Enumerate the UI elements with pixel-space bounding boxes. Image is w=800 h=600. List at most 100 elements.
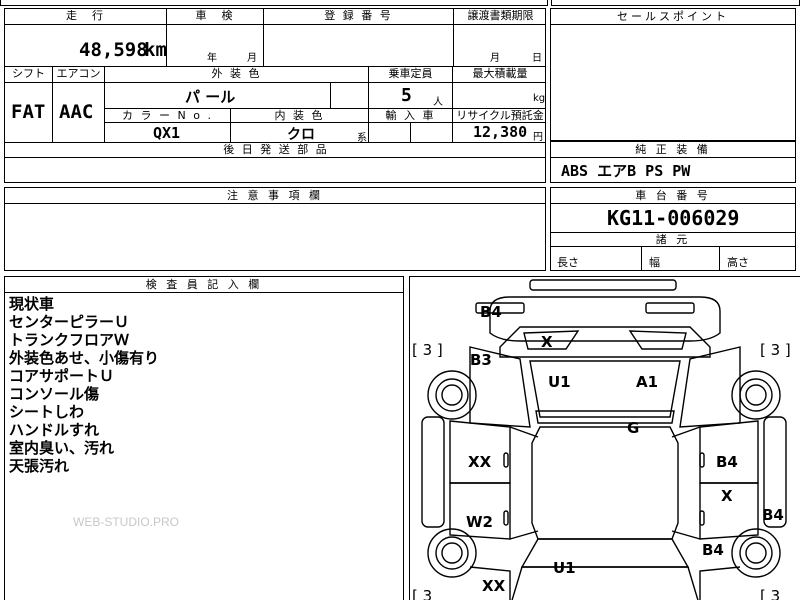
mark-w2: W2 <box>466 513 493 531</box>
mark-b4-right-low: B4 <box>702 541 724 559</box>
recycle-label: リサイクル預託金 <box>453 109 545 123</box>
inspector-label: 検 査 員 記 入 欄 <box>5 277 403 293</box>
recycle-unit: 円 <box>533 132 543 143</box>
top-strip <box>0 0 548 6</box>
sales-point-box: セールスポイント <box>550 8 796 141</box>
inspector-line: シートしわ <box>9 403 85 421</box>
chassis-label: 車 台 番 号 <box>551 188 795 204</box>
exterior-color-label: 外 装 色 <box>105 67 369 83</box>
mark-g: G <box>627 419 639 437</box>
top-strip-right <box>551 0 800 6</box>
inspector-line: 現状車 <box>9 295 55 313</box>
left-sill <box>421 416 445 528</box>
mark-b4-right-mid: B4 <box>716 453 738 471</box>
windshield-shape <box>499 326 711 358</box>
front-bumper-shape <box>529 279 677 291</box>
notes-box: 注 意 事 項 欄 <box>4 187 546 271</box>
chassis-box: 車 台 番 号 KG11-006029 諸 元 長さ 幅 高さ <box>550 187 796 271</box>
roof-shape <box>531 426 679 540</box>
shift-value: FAT <box>11 101 46 123</box>
exterior-color-value: パ ール <box>185 88 236 106</box>
interior-color-label: 内 装 色 <box>231 109 369 123</box>
inspection-year: 年 <box>207 53 217 64</box>
mark-xx-left: XX <box>468 453 492 471</box>
mark-x-top: X <box>541 333 553 351</box>
mark-a1: A1 <box>636 373 658 391</box>
mileage-label: 走 行 <box>5 9 167 25</box>
shift-cell: FAT <box>5 83 53 143</box>
recycle-value: 12,380 <box>473 123 528 141</box>
mark-b4-top: B4 <box>480 303 502 321</box>
inspector-line: コンソール傷 <box>9 385 100 403</box>
chassis-value: KG11-006029 <box>607 206 740 230</box>
transfer-cell: 月 日 <box>454 25 545 67</box>
import-cell-b <box>411 123 453 143</box>
length-label: 長さ <box>557 256 579 269</box>
equipment-value: ABS エアB PS PW <box>561 162 691 180</box>
shift-label: シフト <box>5 67 53 83</box>
recycle-cell: 12,380 円 <box>453 123 545 143</box>
info-table: 走 行 車 検 登 録 番 号 譲渡書類期限 48,598 km 年 月 月 日… <box>4 8 546 158</box>
max-load-unit: kg <box>533 93 546 104</box>
capacity-value: 5 <box>401 85 412 106</box>
mark-u1-top: U1 <box>548 373 571 391</box>
mark-xx-bottom: XX <box>482 577 506 595</box>
dims-divider-2 <box>719 247 720 270</box>
dims-divider-1 <box>641 247 642 270</box>
import-label: 輸 入 車 <box>369 109 453 123</box>
later-parts-area <box>4 157 546 183</box>
inspector-line: トランクフロアＷ <box>9 331 130 349</box>
mark-b3: B3 <box>470 351 492 369</box>
tire-label-right-top: [ 3 ] <box>760 341 791 359</box>
inspection-cell: 年 月 <box>167 25 264 67</box>
color-no-cell: QX1 <box>105 123 231 143</box>
tire-label-left-top: [ 3 ] <box>412 341 443 359</box>
exterior-color-extra <box>331 83 369 109</box>
later-parts-label: 後 日 発 送 部 品 <box>223 143 329 156</box>
inspector-line: ハンドルすれ <box>9 421 100 439</box>
height-label: 高さ <box>727 256 749 269</box>
tire-label-right-bottom: [ 3 <box>760 587 780 600</box>
width-label: 幅 <box>649 256 660 269</box>
rear-window-shape <box>520 538 690 568</box>
right-front-door <box>699 420 759 484</box>
inspection-month: 月 <box>247 53 257 64</box>
mark-x-right: X <box>721 487 733 505</box>
equipment-label: 純 正 装 備 <box>551 142 795 158</box>
max-load-cell: kg <box>453 83 546 109</box>
registration-cell <box>264 25 454 67</box>
ac-label: エアコン <box>53 67 105 83</box>
inspector-line: センターピラーＵ <box>9 313 130 331</box>
transfer-day: 日 <box>532 53 542 64</box>
tire-front-left <box>427 370 477 420</box>
inspection-label: 車 検 <box>167 9 264 25</box>
interior-color-value: クロ <box>287 127 315 143</box>
color-no-value: QX1 <box>153 124 181 142</box>
trunk-shape <box>511 566 699 600</box>
inspector-line: 天張汚れ <box>9 457 70 475</box>
mark-b4-edge: B4 <box>762 506 784 524</box>
capacity-cell: 5 人 <box>369 83 453 109</box>
inspector-line: 室内臭い、汚れ <box>9 439 115 457</box>
color-no-label: カ ラ ー N o . <box>105 109 231 123</box>
interior-color-cell: クロ 系 <box>231 123 369 143</box>
car-diagram: B4 X B3 U1 A1 G XX B4 X W2 B4 B4 U1 XX [… <box>412 279 791 600</box>
left-front-door <box>449 420 511 484</box>
capacity-label: 乗車定員 <box>369 67 453 83</box>
capacity-unit: 人 <box>433 97 443 108</box>
exterior-color-cell: パ ール <box>105 83 331 109</box>
mark-u1-bottom: U1 <box>553 559 576 577</box>
mileage-value: 48,598 <box>79 39 148 61</box>
transfer-month: 月 <box>490 53 500 64</box>
import-cell-a <box>369 123 411 143</box>
ac-value: AAC <box>59 101 94 123</box>
interior-color-suffix: 系 <box>357 133 367 143</box>
inspector-box: 検 査 員 記 入 欄 現状車 センターピラーＵ トランクフロアＷ 外装色あせ、… <box>4 276 404 600</box>
inspector-line: 外装色あせ、小傷有り <box>9 349 160 367</box>
ac-cell: AAC <box>53 83 105 143</box>
inspector-line: コアサポートＵ <box>9 367 115 385</box>
inspector-lines: 現状車 センターピラーＵ トランクフロアＷ 外装色あせ、小傷有り コアサポートＵ… <box>9 295 159 475</box>
dims-label: 諸 元 <box>551 232 795 247</box>
transfer-label: 譲渡書類期限 <box>454 9 545 25</box>
car-diagram-box: B4 X B3 U1 A1 G XX B4 X W2 B4 B4 U1 XX [… <box>409 276 800 600</box>
